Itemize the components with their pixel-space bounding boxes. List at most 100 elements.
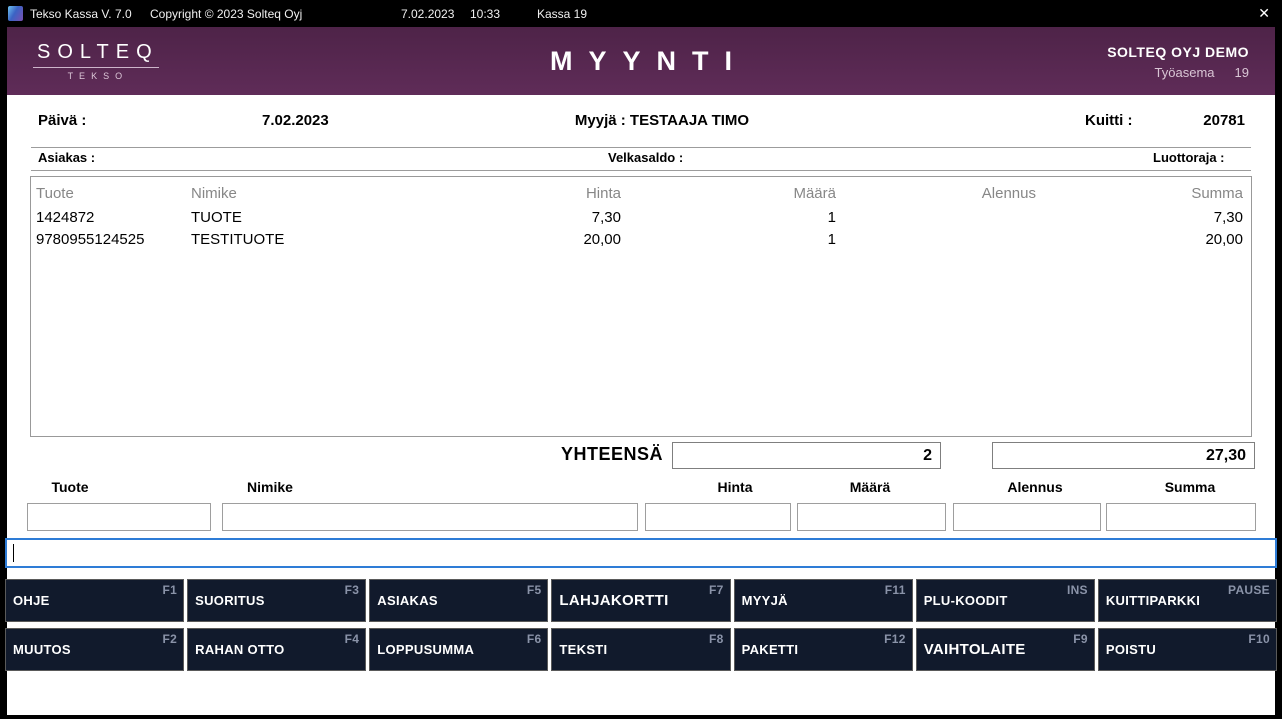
workstation-line: Työasema 19 [1107,65,1249,80]
fkey-loppusumma[interactable]: LOPPUSUMMA F6 [369,628,548,671]
divider [31,170,1251,171]
date-value: 7.02.2023 [262,112,329,129]
window-title: Tekso Kassa V. 7.0 [30,7,132,21]
fkey-label: POISTU [1106,642,1156,657]
fkey-label: MYYJÄ [742,593,788,608]
close-icon[interactable]: ✕ [1258,5,1270,22]
title-bar: Tekso Kassa V. 7.0 Copyright © 2023 Solt… [0,0,1282,27]
column-header-maara: Määrä [621,181,836,207]
entry-label-tuote: Tuote [51,479,88,495]
app-header: SOLTEQ TEKSO MYYNTI SOLTEQ OYJ DEMO Työa… [7,27,1275,95]
fkey-label: PLU-KOODIT [924,593,1008,608]
table-header-row: Tuote Nimike Hinta Määrä Alennus Summa [31,181,1251,207]
fkey-label: RAHAN OTTO [195,642,284,657]
entry-hinta-input[interactable] [645,503,791,531]
column-header-summa: Summa [1036,181,1251,207]
copyright-text: Copyright © 2023 Solteq Oyj [150,7,302,21]
total-sum-box: 27,30 [992,442,1255,469]
fkey-shortcut: F6 [527,632,542,646]
cell-alennus [836,229,1036,251]
entry-maara-input[interactable] [797,503,946,531]
fkey-kuittiparkki[interactable]: KUITTIPARKKI PAUSE [1098,579,1277,622]
workstation-number: 19 [1235,65,1249,80]
entry-label-maara: Määrä [850,479,890,495]
column-header-tuote: Tuote [31,181,191,207]
cell-summa: 7,30 [1036,207,1251,229]
header-right: SOLTEQ OYJ DEMO Työasema 19 [1107,44,1249,80]
fkey-label: KUITTIPARKKI [1106,593,1200,608]
receipt-label: Kuitti : [1085,112,1132,129]
fkey-plu-koodit[interactable]: PLU-KOODIT INS [916,579,1095,622]
titlebar-date: 7.02.2023 [401,7,454,21]
fkey-rahan-otto[interactable]: RAHAN OTTO F4 [187,628,366,671]
cell-summa: 20,00 [1036,229,1251,251]
fkey-muutos[interactable]: MUUTOS F2 [5,628,184,671]
total-quantity-box: 2 [672,442,941,469]
cell-nimike: TUOTE [191,207,441,229]
page-title: MYYNTI [7,46,1275,77]
date-label: Päivä : [38,112,86,129]
cell-hinta: 20,00 [441,229,621,251]
entry-label-hinta: Hinta [718,479,753,495]
cell-maara: 1 [621,207,836,229]
entry-label-summa: Summa [1165,479,1216,495]
cashier-label: Myyjä : [575,112,626,129]
table-row: 1424872 TUOTE 7,30 1 7,30 [31,207,1251,229]
app-window: Tekso Kassa V. 7.0 Copyright © 2023 Solt… [0,0,1282,719]
fkey-asiakas[interactable]: ASIAKAS F5 [369,579,548,622]
text-caret [13,544,14,562]
workstation-label: Työasema [1155,65,1215,80]
fkey-label: OHJE [13,593,50,608]
fkey-shortcut: F11 [885,583,906,597]
table-row: 9780955124525 TESTITUOTE 20,00 1 20,00 [31,229,1251,251]
debt-balance-label: Velkasaldo : [608,150,683,165]
fkey-shortcut: F1 [163,583,178,597]
fkey-label: MUUTOS [13,642,71,657]
fkey-label: SUORITUS [195,593,265,608]
fkey-ohje[interactable]: OHJE F1 [5,579,184,622]
titlebar-register: Kassa 19 [537,7,587,21]
column-header-alennus: Alennus [836,181,1036,207]
fkey-teksti[interactable]: TEKSTI F8 [551,628,730,671]
cell-tuote: 1424872 [31,207,191,229]
fkey-shortcut: F3 [345,583,360,597]
company-name: SOLTEQ OYJ DEMO [1107,44,1249,60]
entry-alennus-input[interactable] [953,503,1101,531]
cell-nimike: TESTITUOTE [191,229,441,251]
total-label: YHTEENSÄ [440,444,663,465]
entry-nimike-input[interactable] [222,503,638,531]
receipt-number: 20781 [1203,112,1245,129]
fkey-shortcut: F10 [1248,632,1270,646]
fkey-shortcut: F9 [1073,632,1088,646]
fkey-shortcut: F12 [884,632,906,646]
fkey-label: VAIHTOLAITE [924,641,1026,658]
fkey-shortcut: F8 [709,632,724,646]
command-input[interactable] [5,538,1277,568]
sale-table: Tuote Nimike Hinta Määrä Alennus Summa 1… [30,176,1252,437]
cell-hinta: 7,30 [441,207,621,229]
function-key-panel: OHJE F1 SUORITUS F3 ASIAKAS F5 LAHJAKORT… [5,579,1277,671]
fkey-shortcut: F4 [345,632,360,646]
fkey-poistu[interactable]: POISTU F10 [1098,628,1277,671]
cell-maara: 1 [621,229,836,251]
fkey-shortcut: F2 [163,632,178,646]
credit-limit-label: Luottoraja : [1153,150,1225,165]
entry-summa-input[interactable] [1106,503,1256,531]
fkey-suoritus[interactable]: SUORITUS F3 [187,579,366,622]
fkey-myyja[interactable]: MYYJÄ F11 [734,579,913,622]
fkey-label: ASIAKAS [377,593,438,608]
column-header-hinta: Hinta [441,181,621,207]
app-icon [8,6,23,21]
fkey-vaihtolaite[interactable]: VAIHTOLAITE F9 [916,628,1095,671]
fkey-paketti[interactable]: PAKETTI F12 [734,628,913,671]
titlebar-time: 10:33 [470,7,500,21]
entry-label-nimike: Nimike [247,479,293,495]
cashier-line: Myyjä : TESTAAJA TIMO [575,112,749,129]
fkey-lahjakortti[interactable]: LAHJAKORTTI F7 [551,579,730,622]
entry-tuote-input[interactable] [27,503,211,531]
fkey-shortcut: PAUSE [1228,583,1270,597]
fkey-shortcut: F5 [527,583,542,597]
customer-label: Asiakas : [38,150,95,165]
fkey-label: TEKSTI [559,642,607,657]
fkey-label: LOPPUSUMMA [377,642,474,657]
